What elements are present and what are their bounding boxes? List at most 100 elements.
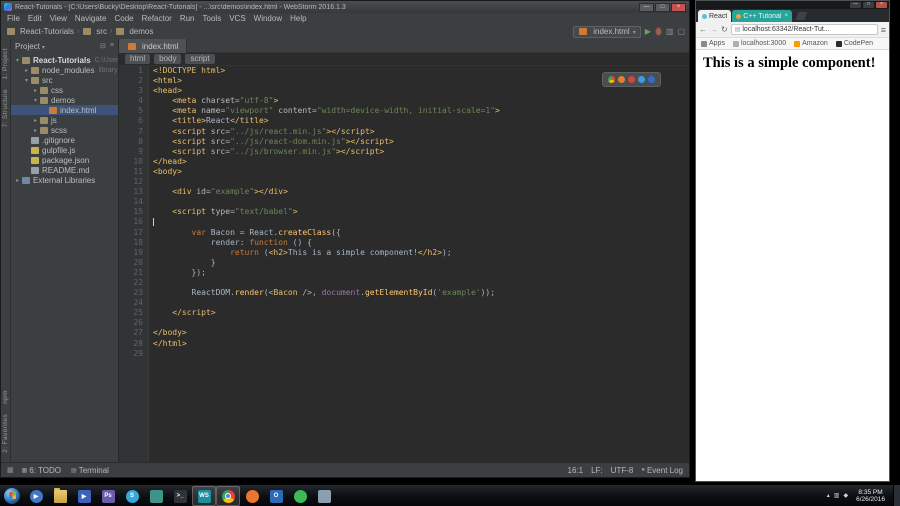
taskbar-clock[interactable]: 8:35 PM 6/26/2016: [852, 489, 889, 503]
status-16-1[interactable]: 16:1: [568, 466, 584, 475]
edge-icon[interactable]: [648, 76, 655, 83]
menu-file[interactable]: File: [3, 14, 24, 23]
refresh-button[interactable]: [721, 25, 728, 34]
tool-tab-npm[interactable]: npm: [2, 390, 9, 404]
maximize-button[interactable]: □: [655, 2, 670, 12]
tab-favicon: [736, 13, 742, 19]
collapse-all-icon[interactable]: ⊟: [100, 42, 106, 50]
menu-vcs[interactable]: VCS: [225, 14, 249, 23]
taskbar-firefox[interactable]: [240, 486, 264, 506]
bookmark-apps[interactable]: Apps: [701, 40, 725, 47]
back-button[interactable]: [699, 25, 707, 34]
address-bar[interactable]: localhost:63342/React-Tut...: [730, 24, 878, 35]
new-tab-button[interactable]: [795, 12, 808, 20]
breadcrumb-demos[interactable]: demos: [114, 27, 154, 36]
taskbar-chrome[interactable]: [216, 486, 240, 506]
tree-item-external-libraries[interactable]: ▸ External Libraries: [11, 175, 118, 185]
menu-view[interactable]: View: [46, 14, 71, 23]
tree-item-css[interactable]: ▸ css: [11, 85, 118, 95]
status-terminal[interactable]: ▤ Terminal: [71, 466, 109, 475]
browser-tab-c-tutorial[interactable]: C++ Tutorial ×: [732, 10, 792, 22]
forward-button[interactable]: [710, 25, 718, 34]
menu-navigate[interactable]: Navigate: [71, 14, 111, 23]
taskbar-notepad[interactable]: [144, 486, 168, 506]
tab-close-icon[interactable]: ×: [784, 13, 788, 19]
tree-item-demos[interactable]: ▾ demos: [11, 95, 118, 105]
bookmark-codepen[interactable]: CodePen: [835, 40, 873, 47]
menu-icon[interactable]: [881, 25, 886, 35]
taskbar-file-explorer[interactable]: [48, 486, 72, 506]
tag-crumb-html[interactable]: html: [125, 54, 151, 64]
status-lf[interactable]: LF:: [591, 466, 603, 475]
tree-item-package-json[interactable]: package.json: [11, 155, 118, 165]
menu-refactor[interactable]: Refactor: [138, 14, 176, 23]
taskbar-skype[interactable]: S: [120, 486, 144, 506]
show-desktop-button[interactable]: [893, 484, 900, 506]
breadcrumb-react-tutorials[interactable]: React-Tutorials: [5, 27, 75, 36]
tray-icon-3[interactable]: ◆: [843, 492, 848, 499]
minimize-button[interactable]: —: [850, 2, 861, 8]
tree-item-react-tutorials[interactable]: ▾ React-TutorialsC:\Users\Bucky...: [11, 55, 118, 65]
tree-item-src[interactable]: ▾ src: [11, 75, 118, 85]
menu-help[interactable]: Help: [286, 14, 310, 23]
tool-switcher-icon[interactable]: [7, 466, 14, 474]
start-button[interactable]: [0, 485, 24, 506]
close-button[interactable]: ×: [671, 2, 686, 12]
tree-item-scss[interactable]: ▸ scss: [11, 125, 118, 135]
menu-run[interactable]: Run: [176, 14, 199, 23]
breadcrumb-label: src: [96, 27, 107, 36]
menu-edit[interactable]: Edit: [24, 14, 46, 23]
status-event-log[interactable]: ● Event Log: [641, 466, 683, 475]
navigation-bar: React-Tutorials › src › demos index.html: [1, 24, 689, 39]
tree-item-gulpfile-js[interactable]: gulpfile.js: [11, 145, 118, 155]
coverage-icon[interactable]: [666, 27, 674, 36]
taskbar-cmd[interactable]: >_: [168, 486, 192, 506]
breadcrumb-src[interactable]: src: [81, 27, 108, 36]
debug-button[interactable]: [654, 27, 662, 36]
taskbar-media-center[interactable]: ▶: [24, 486, 48, 506]
minimize-button[interactable]: —: [639, 2, 654, 12]
tree-item-js[interactable]: ▸ js: [11, 115, 118, 125]
tool-tab-2-favorites[interactable]: 2: Favorites: [2, 414, 9, 453]
maximize-button[interactable]: □: [863, 2, 874, 8]
browser-titlebar[interactable]: — □ ×: [696, 1, 889, 9]
tool-tab-7-structure[interactable]: 7: Structure: [2, 89, 9, 127]
status-6-todo[interactable]: ▦ 6: TODO: [22, 466, 61, 475]
taskbar-webstorm[interactable]: WS: [192, 486, 216, 506]
menu-window[interactable]: Window: [250, 14, 286, 23]
tray-icon-1[interactable]: ▴: [827, 492, 830, 499]
tree-item-gitignore[interactable]: .gitignore: [11, 135, 118, 145]
taskbar-photoshop[interactable]: Ps: [96, 486, 120, 506]
tray-icon-2[interactable]: ▥: [834, 492, 840, 499]
close-button[interactable]: ×: [876, 2, 887, 8]
editor-tab-index-html[interactable]: index.html: [119, 39, 188, 53]
tag-crumb-script[interactable]: script: [185, 54, 215, 64]
tool-tab-1-project[interactable]: 1: Project: [2, 48, 9, 79]
menu-tools[interactable]: Tools: [199, 14, 226, 23]
tag-crumb-body[interactable]: body: [154, 54, 182, 64]
browser-tab-react[interactable]: React: [698, 10, 732, 22]
chrome-icon[interactable]: [608, 76, 615, 83]
tree-item-index-html[interactable]: index.html: [11, 105, 118, 115]
settings-icon[interactable]: ≡: [110, 42, 114, 50]
project-panel-header[interactable]: Project ⊟ ≡: [11, 39, 118, 53]
taskbar-outlook[interactable]: O: [264, 486, 288, 506]
run-button[interactable]: [645, 28, 651, 36]
taskbar-spotify[interactable]: [288, 486, 312, 506]
ie-icon[interactable]: [638, 76, 645, 83]
opera-icon[interactable]: [628, 76, 635, 83]
run-config-select[interactable]: index.html: [573, 25, 641, 38]
status-utf-8[interactable]: UTF-8: [611, 466, 634, 475]
firefox-icon[interactable]: [618, 76, 625, 83]
tree-item-node-modules[interactable]: ▸ node_moduleslibrary root: [11, 65, 118, 75]
menu-code[interactable]: Code: [110, 14, 137, 23]
webstorm-titlebar[interactable]: React-Tutorials - [C:\Users\Bucky\Deskto…: [1, 1, 689, 13]
toolbar-misc-icon[interactable]: [677, 27, 685, 36]
bookmark-localhost-3000[interactable]: localhost:3000: [732, 40, 786, 47]
bookmark-amazon[interactable]: Amazon: [794, 40, 828, 47]
taskbar-snipping-tool[interactable]: [312, 486, 336, 506]
taskbar-media-player[interactable]: ▶: [72, 486, 96, 506]
code-editor[interactable]: <!DOCTYPE html> <html> <head> <meta charse…: [149, 66, 689, 462]
tree-item-readme-md[interactable]: README.md: [11, 165, 118, 175]
